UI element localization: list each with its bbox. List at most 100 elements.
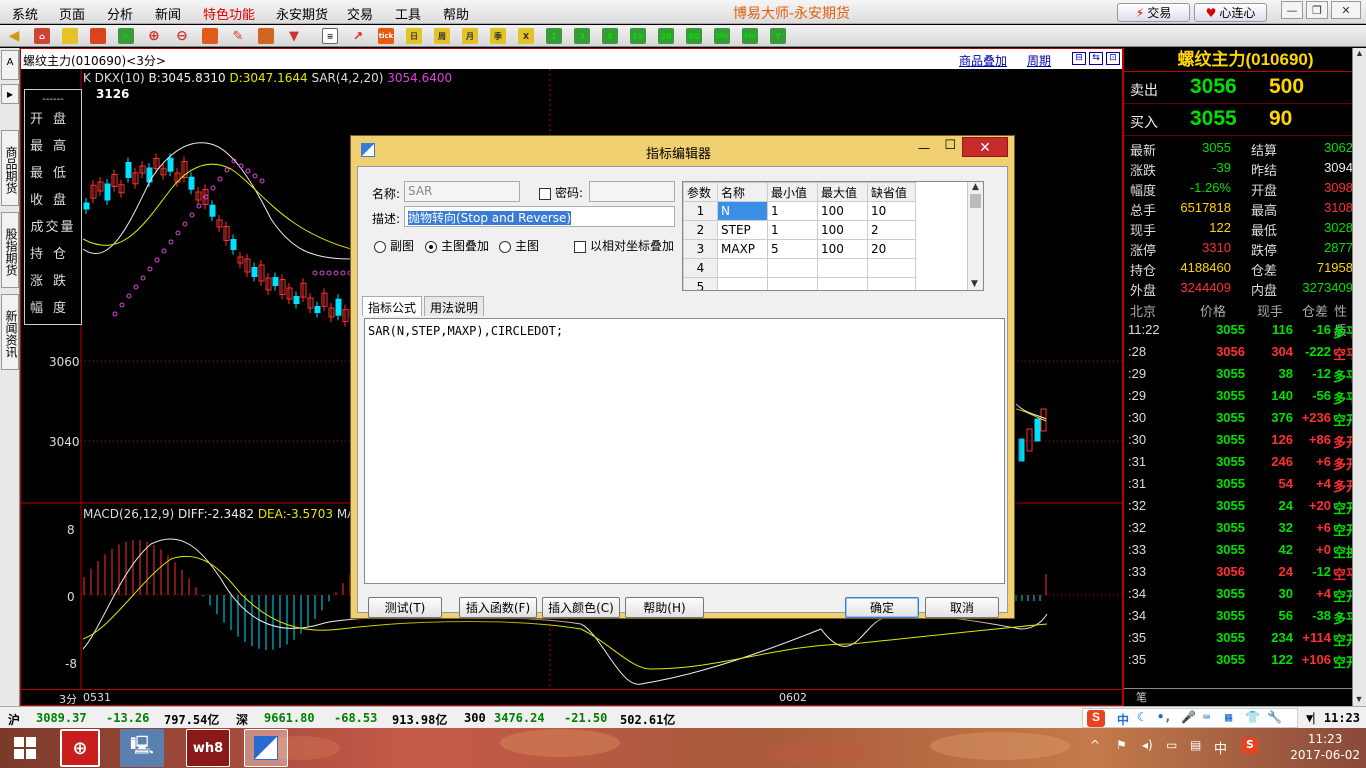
formula-editor[interactable]: SAR(N,STEP,MAXP),CIRCLEDOT; (364, 318, 1005, 584)
period-60-button[interactable]: 60 (686, 28, 702, 44)
expand-icon[interactable]: ⇆ (1089, 52, 1103, 65)
period-30-button[interactable]: 30 (658, 28, 674, 44)
param-cell[interactable]: 1 (767, 220, 818, 240)
name-field[interactable]: SAR (404, 181, 520, 202)
insert-function-button[interactable]: 插入函数(F) (459, 597, 537, 618)
window-icon[interactable] (202, 28, 218, 44)
dialog-title-bar[interactable]: 指标编辑器 — ☐ ✕ (351, 136, 1014, 164)
commodity-overlay-link[interactable]: 商品叠加 (959, 52, 1007, 69)
keyboard-icon[interactable]: ⌨ (1203, 710, 1210, 724)
radio-main-overlay[interactable]: 主图叠加 (425, 237, 489, 254)
shirt-icon[interactable]: 👕 (1245, 710, 1260, 724)
tray-volume-icon[interactable]: ◂) (1142, 738, 1153, 752)
param-cell[interactable]: MAXP (717, 239, 768, 259)
param-cell[interactable]: 100 (817, 239, 868, 259)
pencil-icon[interactable]: ✎ (230, 28, 246, 44)
help-button[interactable]: 帮助(H) (625, 597, 704, 618)
test-button[interactable]: 测试(T) (368, 597, 442, 618)
scroll-thumb[interactable] (970, 194, 981, 208)
period-1-button[interactable]: 1 (546, 28, 562, 44)
back-arrow-icon[interactable]: ◀ (6, 28, 22, 44)
param-row[interactable]: 4 (683, 258, 916, 278)
taskbar-app-wh8[interactable]: wh8 (186, 729, 230, 767)
grid-icon[interactable]: ▦ (1225, 710, 1232, 724)
param-cell[interactable] (767, 277, 818, 290)
close-button[interactable]: ✕ (1331, 1, 1361, 19)
menu-analysis[interactable]: 分析 (107, 4, 133, 23)
menu-page[interactable]: 页面 (59, 4, 85, 23)
taskbar-app-boyi[interactable] (244, 729, 288, 767)
scroll-up-icon[interactable]: ▲ (968, 182, 983, 192)
tool-icon[interactable] (258, 28, 274, 44)
param-row[interactable]: 1 N 1 100 10 (683, 201, 916, 221)
param-row[interactable]: 2 STEP 1 100 2 (683, 220, 916, 240)
filter-icon[interactable]: ▼ (286, 28, 302, 44)
sogou-icon[interactable]: S (1087, 710, 1105, 727)
side-arrow-icon[interactable]: ▸ (1, 84, 19, 104)
password-checkbox[interactable] (539, 187, 551, 200)
restore-button[interactable]: ❐ (1306, 1, 1328, 19)
weekly-icon[interactable]: 周 (434, 28, 450, 44)
wrench-icon[interactable]: 🔧 (1267, 710, 1282, 724)
param-cell[interactable]: 20 (867, 239, 916, 259)
home-icon[interactable]: ⌂ (34, 28, 50, 44)
scroll-up-icon[interactable]: ▲ (1353, 48, 1366, 58)
menu-help[interactable]: 帮助 (443, 4, 469, 23)
scroll-down-icon[interactable]: ▼ (1353, 694, 1365, 704)
monthly-icon[interactable]: 月 (462, 28, 478, 44)
tray-flag-icon[interactable]: ⚑ (1116, 738, 1127, 752)
menu-tools[interactable]: 工具 (395, 4, 421, 23)
period-15-button[interactable]: 15 (630, 28, 646, 44)
side-tab-a[interactable]: A (1, 50, 19, 80)
param-cell[interactable] (767, 258, 818, 278)
chart-line-icon[interactable]: ↗ (350, 28, 366, 44)
param-cell[interactable]: 2 (867, 220, 916, 240)
layout-icon[interactable]: ⊟ (1072, 52, 1086, 65)
support-button[interactable]: ♥ 心连心 (1194, 3, 1267, 22)
period-5-button[interactable]: 5 (602, 28, 618, 44)
param-scrollbar[interactable]: ▲ ▼ (967, 182, 983, 290)
period-year-button[interactable]: Y (770, 28, 786, 44)
tray-network-icon[interactable]: ▤ (1190, 738, 1201, 752)
zoom-in-icon[interactable]: ⊕ (146, 28, 162, 44)
param-cell[interactable] (717, 258, 768, 278)
param-cell[interactable] (817, 258, 868, 278)
tab-formula[interactable]: 指标公式 (362, 296, 423, 316)
daily-icon[interactable]: 日 (406, 28, 422, 44)
trade-button[interactable]: ⚡ 交易 (1117, 3, 1190, 22)
password-field[interactable] (589, 181, 675, 202)
menu-trade[interactable]: 交易 (347, 4, 373, 23)
insert-color-button[interactable]: 插入颜色(C) (542, 597, 620, 618)
dialog-close-button[interactable]: ✕ (962, 137, 1008, 157)
menu-special-features[interactable]: 特色功能 (203, 4, 255, 23)
param-row[interactable]: 5 (683, 277, 916, 290)
param-cell[interactable] (867, 258, 916, 278)
moon-icon[interactable]: ☾ (1137, 710, 1144, 724)
param-cell[interactable]: 100 (817, 201, 868, 221)
start-button[interactable] (3, 729, 47, 767)
ok-button[interactable]: 确定 (845, 597, 919, 618)
taskbar-app-red[interactable]: ⊕ (60, 729, 100, 767)
relative-coord-checkbox[interactable]: 以相对坐标叠加 (574, 237, 674, 254)
scroll-down-icon[interactable]: ▼ (971, 279, 978, 289)
param-cell[interactable] (817, 277, 868, 290)
desc-field[interactable]: 抛物转向(Stop and Reverse) (404, 206, 675, 227)
dialog-minimize-icon[interactable]: — (918, 141, 930, 155)
tick-icon[interactable]: tick (378, 28, 394, 44)
param-cell[interactable]: 5 (767, 239, 818, 259)
ime-toolbar[interactable]: S 中 ☾ •, 🎤 ⌨ ▦ 👕 🔧 (1082, 708, 1298, 728)
param-cell[interactable]: 10 (867, 201, 916, 221)
minimize-button[interactable]: — (1281, 1, 1303, 19)
tray-lang[interactable]: 中 (1214, 738, 1227, 757)
param-cell[interactable]: 100 (817, 220, 868, 240)
period-3-button[interactable]: 3 (574, 28, 590, 44)
side-tab-index-futures[interactable]: 股指期货 (1, 212, 19, 288)
tab-usage[interactable]: 用法说明 (424, 296, 485, 316)
quote-scrollbar[interactable]: ▲ ▼ (1352, 48, 1366, 706)
period-4hr-button[interactable]: 4hr (742, 28, 758, 44)
param-row[interactable]: 3 MAXP 5 100 20 (683, 239, 916, 259)
password-checkbox-wrap[interactable]: 密码: (539, 184, 583, 201)
punct-icon[interactable]: •, (1157, 710, 1171, 724)
radio-sub-chart[interactable]: 副图 (374, 237, 414, 254)
tray-monitor-icon[interactable]: ▭ (1166, 738, 1177, 752)
